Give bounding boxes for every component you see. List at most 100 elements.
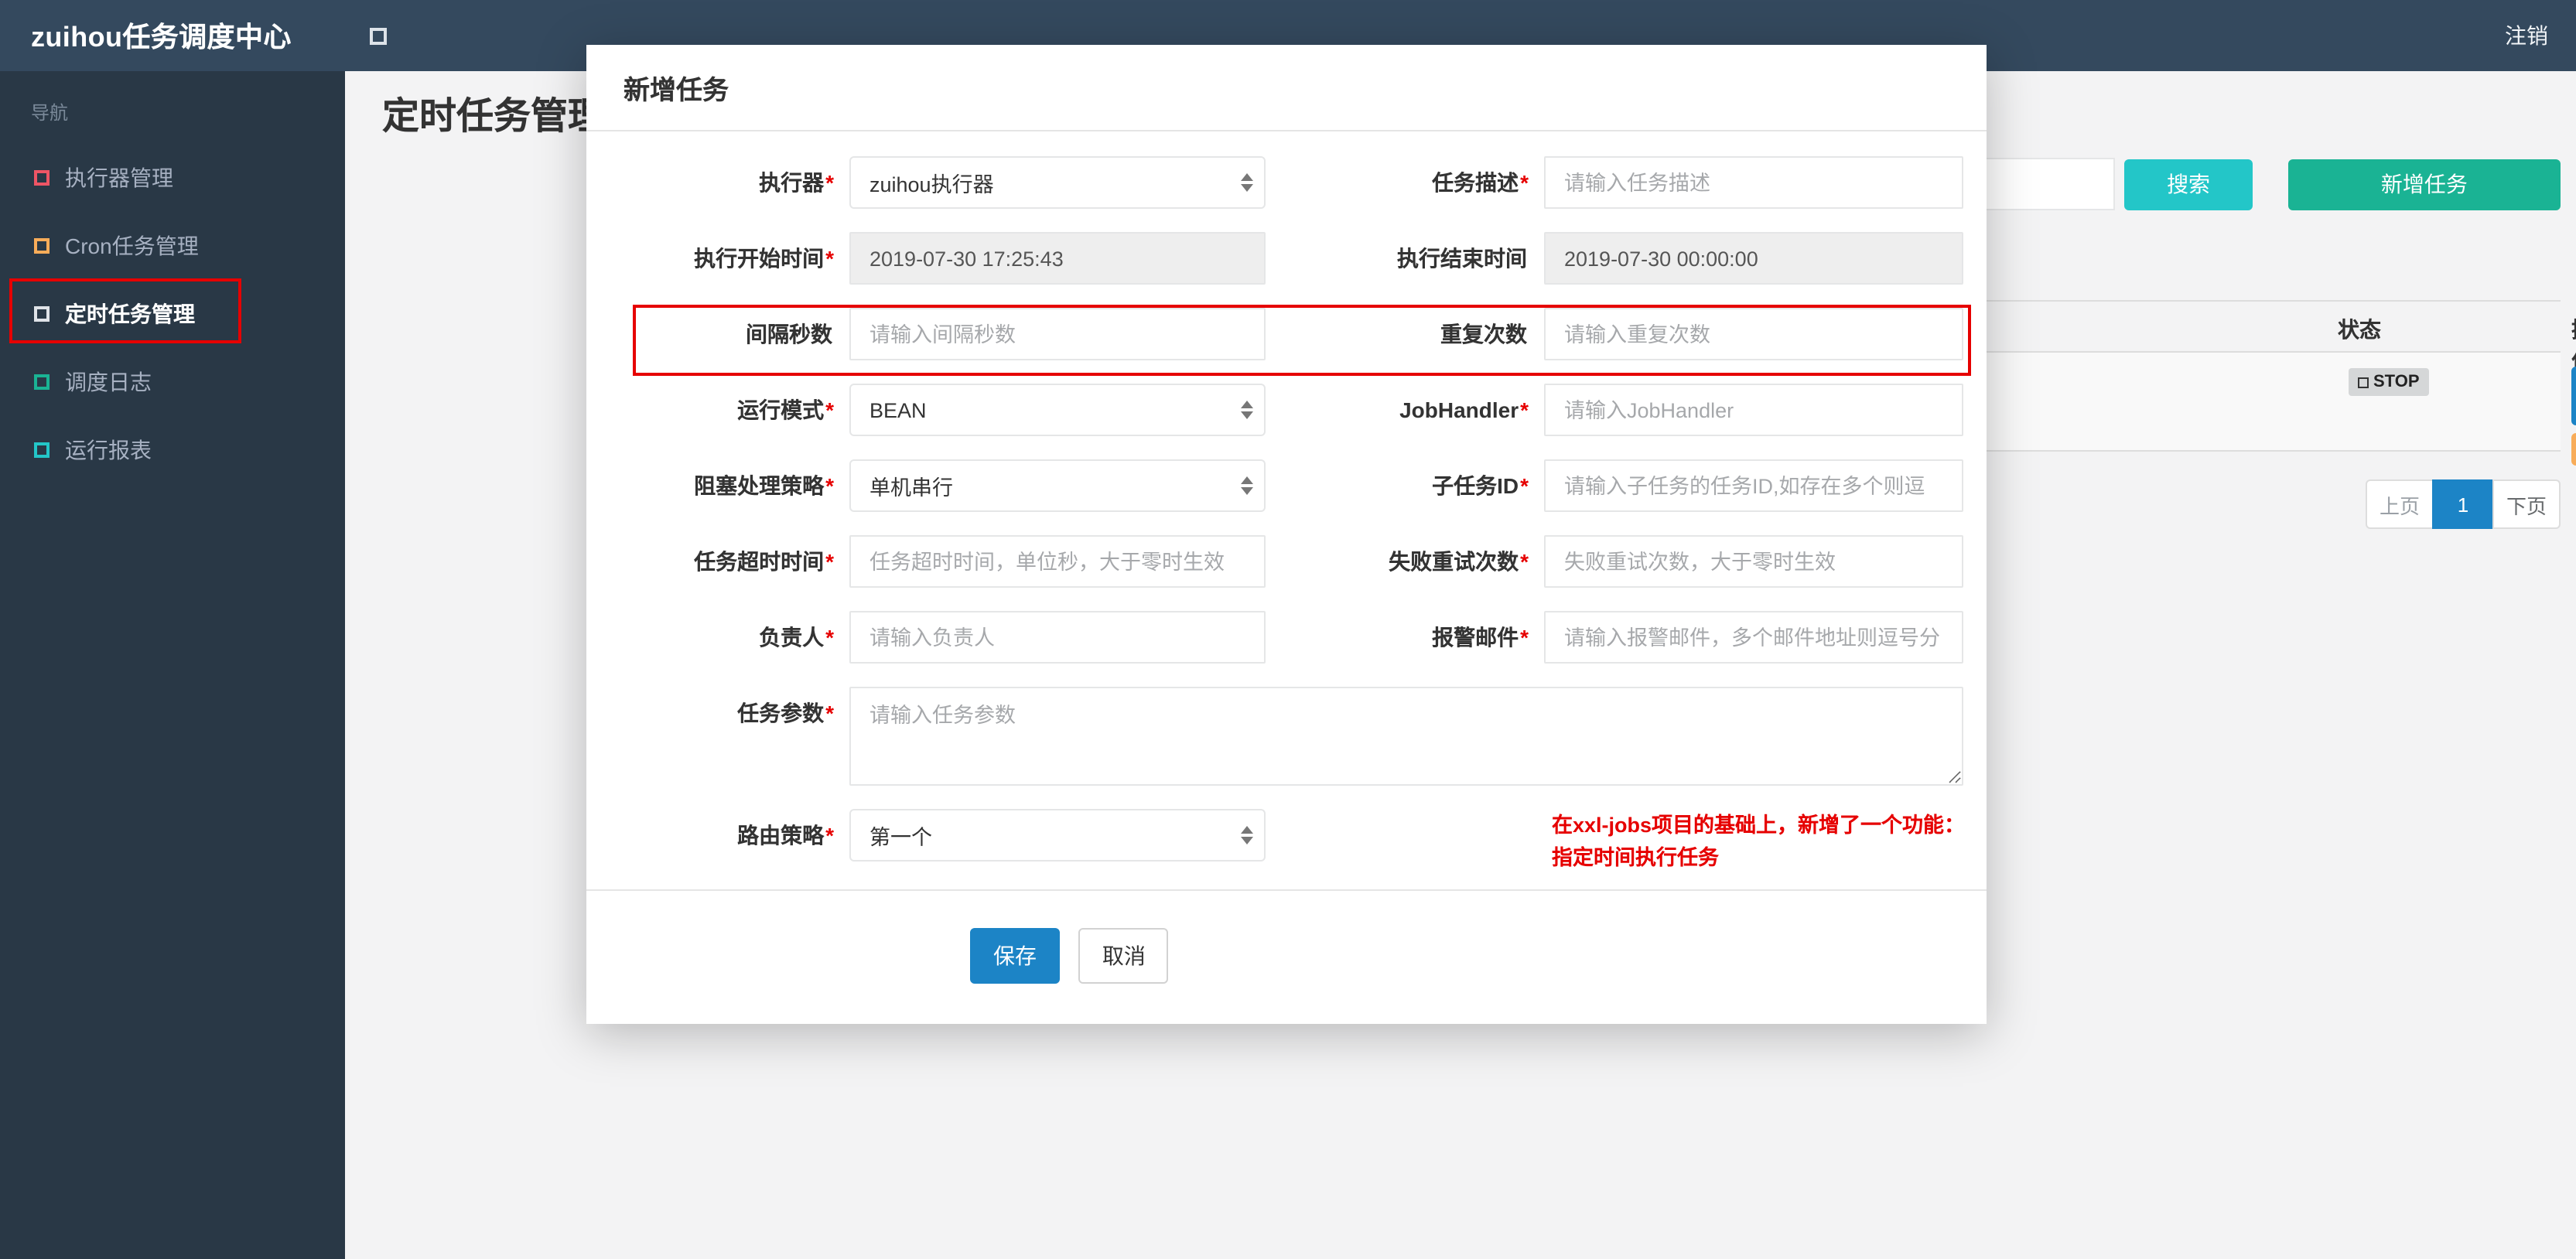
required-mark: * — [825, 246, 834, 271]
square-icon — [34, 170, 50, 186]
modal-title: 新增任务 — [624, 76, 729, 105]
form-row: 执行器 * zuihou执行器 任务描述 * — [586, 156, 1987, 209]
run-mode-select[interactable]: BEAN — [849, 384, 1266, 436]
feature-note-line1: 在xxl-jobs项目的基础上，新增了一个功能： — [1552, 814, 1966, 837]
sidebar-item-label: 定时任务管理 — [65, 302, 195, 326]
sidebar-item-label: 运行报表 — [65, 438, 152, 462]
timeout-input[interactable] — [849, 535, 1266, 588]
brand-title[interactable]: zuihou任务调度中心 — [0, 15, 345, 56]
row-actions: 执行 启动 日志 编辑 删除 — [2571, 367, 2576, 473]
alarm-email-label: 报警邮件 * — [1266, 611, 1544, 664]
start-time-input[interactable] — [849, 232, 1266, 285]
retry-count-input[interactable] — [1544, 535, 1963, 588]
label-text: 负责人 — [759, 625, 825, 650]
child-job-input[interactable] — [1544, 459, 1963, 512]
edit-button[interactable]: 编辑 — [2571, 433, 2576, 466]
square-icon — [34, 238, 50, 254]
label-text: 任务描述 — [1432, 170, 1519, 195]
sidebar-item-cron-task-mgmt[interactable]: Cron任务管理 — [0, 212, 345, 280]
pager: 上页 1 下页 — [2366, 479, 2561, 529]
route-strategy-select[interactable]: 第一个 — [849, 809, 1266, 862]
selected-value: BEAN — [869, 398, 927, 421]
child-job-label: 子任务ID * — [1266, 459, 1544, 512]
label-text: 失败重试次数 — [1389, 549, 1519, 574]
label-text: 报警邮件 — [1432, 625, 1519, 650]
sidebar-item-run-report[interactable]: 运行报表 — [0, 416, 345, 484]
executor-select[interactable]: zuihou执行器 — [849, 156, 1266, 209]
menu-collapse-icon[interactable] — [370, 27, 387, 44]
repeat-count-label: 重复次数 — [1266, 308, 1544, 360]
required-mark: * — [825, 823, 834, 848]
label-text: 重复次数 — [1440, 322, 1527, 346]
current-page-button[interactable]: 1 — [2432, 479, 2494, 529]
add-task-modal: 新增任务 执行器* zuihou执行器 任务描述* 执行开始时间* — [586, 45, 1987, 1024]
selected-value: zuihou执行器 — [869, 173, 994, 196]
stop-square-icon — [2358, 377, 2369, 387]
save-button[interactable]: 保存 — [970, 928, 1060, 984]
square-icon — [34, 306, 50, 322]
required-mark: * — [825, 473, 834, 498]
sidebar-item-schedule-log[interactable]: 调度日志 — [0, 348, 345, 416]
label-text: 执行结束时间 — [1397, 246, 1527, 271]
required-mark: * — [825, 170, 834, 195]
alarm-email-input[interactable] — [1544, 611, 1963, 664]
selected-value: 第一个 — [869, 826, 932, 849]
required-mark: * — [825, 549, 834, 574]
cancel-button[interactable]: 取消 — [1078, 928, 1169, 984]
job-desc-input[interactable] — [1544, 156, 1963, 209]
select-arrows-icon — [1241, 173, 1253, 192]
block-strategy-select[interactable]: 单机串行 — [849, 459, 1266, 512]
label-text: 任务超时时间 — [694, 549, 825, 574]
required-mark: * — [1520, 549, 1529, 574]
form-row: 运行模式 * BEAN JobHandler * — [586, 384, 1987, 436]
square-icon — [34, 442, 50, 458]
status-text: STOP — [2373, 373, 2420, 391]
run-mode-label: 运行模式 * — [586, 384, 849, 436]
owner-input[interactable] — [849, 611, 1266, 664]
sidebar-item-timed-task-mgmt[interactable]: 定时任务管理 — [0, 280, 345, 348]
required-mark: * — [825, 625, 834, 650]
form-row: 执行开始时间* 执行结束时间 — [586, 232, 1987, 285]
feature-note: 在xxl-jobs项目的基础上，新增了一个功能： 指定时间执行任务 — [1552, 809, 1966, 869]
label-text: 子任务ID — [1432, 473, 1519, 498]
label-text: 执行器 — [759, 170, 825, 195]
status-badge: STOP — [2349, 368, 2429, 396]
start-time-label: 执行开始时间 * — [586, 232, 849, 285]
required-mark: * — [1520, 625, 1529, 650]
form-row: 任务参数 * — [586, 687, 1987, 786]
retry-count-label: 失败重试次数 * — [1266, 535, 1544, 588]
interval-input[interactable] — [849, 308, 1266, 360]
feature-note-line2: 指定时间执行任务 — [1552, 846, 1719, 869]
end-time-label: 执行结束时间 — [1266, 232, 1544, 285]
block-strategy-label: 阻塞处理策略 * — [586, 459, 849, 512]
logout-link[interactable]: 注销 — [2505, 20, 2548, 51]
required-mark: * — [1520, 170, 1529, 195]
prev-page-button[interactable]: 上页 — [2366, 479, 2434, 529]
label-text: 阻塞处理策略 — [694, 473, 825, 498]
app-window: zuihou任务调度中心 注销 导航 执行器管理 Cron任务管理 定时任务管理… — [0, 0, 2576, 1259]
execute-button[interactable]: 执行 — [2571, 367, 2576, 425]
sidebar-item-executor-mgmt[interactable]: 执行器管理 — [0, 144, 345, 212]
next-page-button[interactable]: 下页 — [2492, 479, 2561, 529]
sidebar-item-label: 调度日志 — [65, 370, 152, 394]
label-text: 执行开始时间 — [694, 246, 825, 271]
col-status: 状态 — [2338, 317, 2381, 342]
required-mark: * — [1520, 473, 1529, 498]
form-row: 路由策略 * 第一个 在xxl-jobs项目的基础上，新增了一个功能： 指定时间执… — [586, 809, 1987, 869]
job-param-label: 任务参数 * — [586, 687, 849, 786]
select-arrows-icon — [1241, 826, 1253, 844]
selected-value: 单机串行 — [869, 476, 953, 500]
timeout-label: 任务超时时间 * — [586, 535, 849, 588]
search-button[interactable]: 搜索 — [2124, 159, 2253, 210]
label-text: 运行模式 — [737, 397, 825, 422]
job-param-textarea[interactable] — [849, 687, 1963, 786]
square-icon — [34, 374, 50, 390]
form-row: 负责人* 报警邮件* — [586, 611, 1987, 664]
label-text: 间隔秒数 — [746, 322, 832, 346]
jobhandler-input[interactable] — [1544, 384, 1963, 436]
repeat-count-input[interactable] — [1544, 308, 1963, 360]
select-arrows-icon — [1241, 476, 1253, 495]
add-task-button[interactable]: 新增任务 — [2287, 159, 2561, 210]
jobhandler-label: JobHandler * — [1266, 384, 1544, 436]
end-time-input[interactable] — [1544, 232, 1963, 285]
